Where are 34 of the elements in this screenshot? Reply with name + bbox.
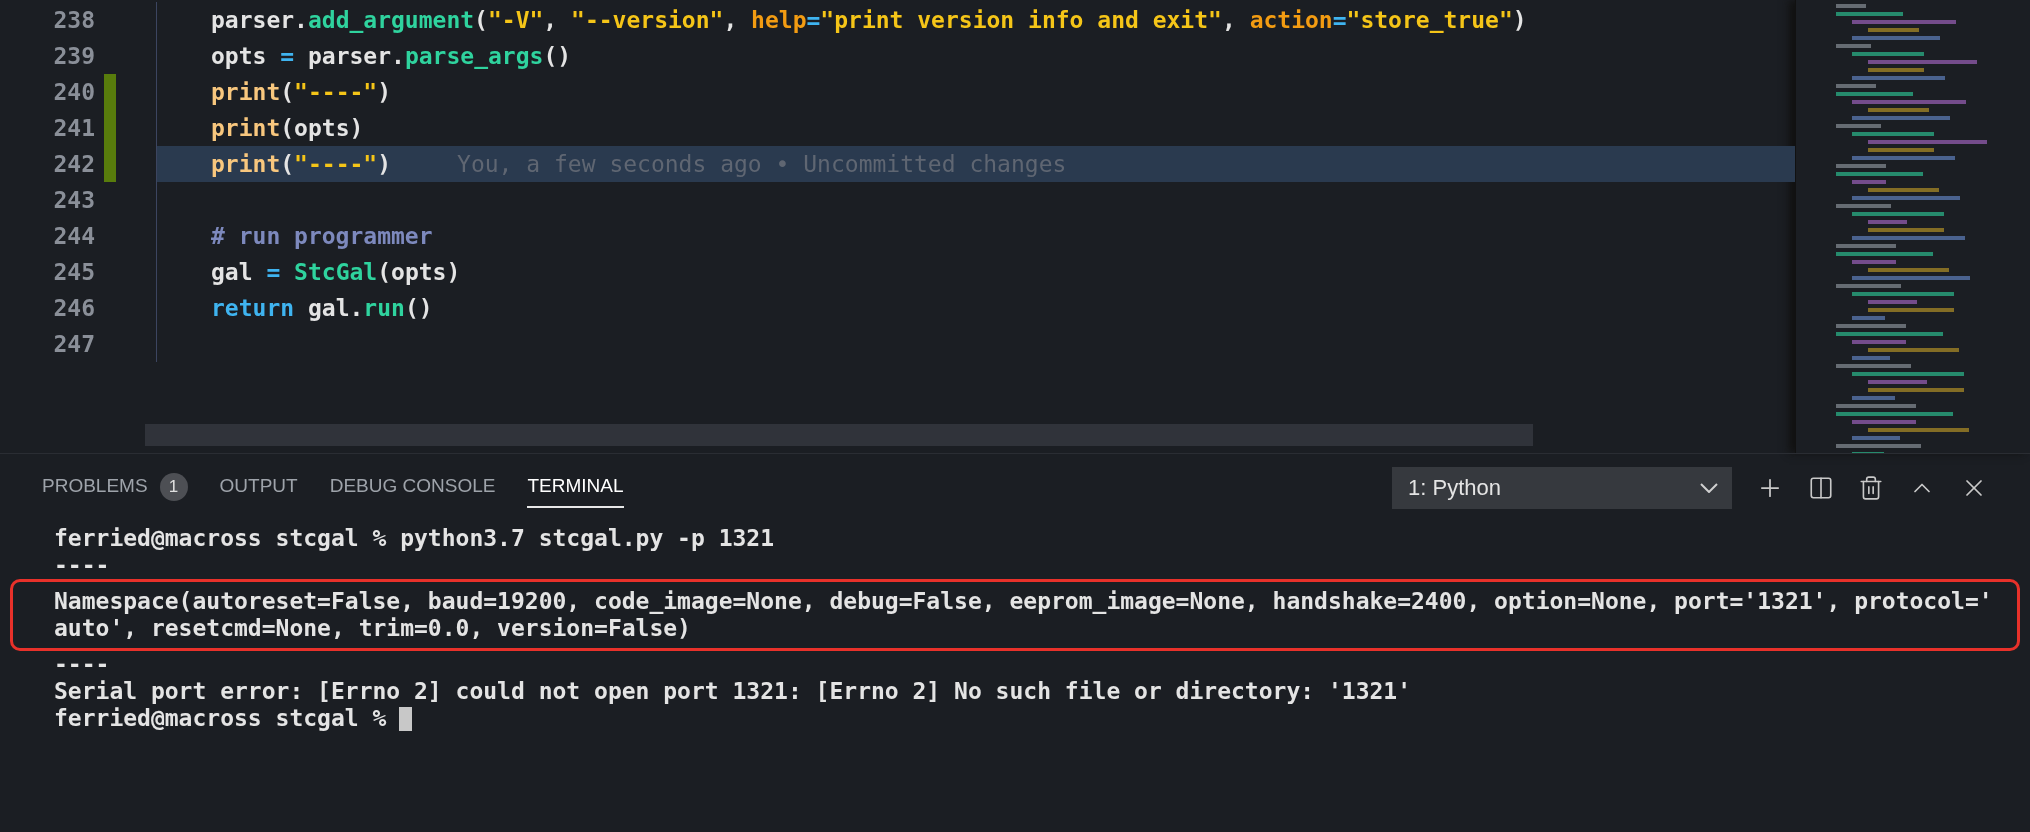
panel-tab[interactable]: TERMINAL — [527, 467, 624, 508]
line-number: 241 — [52, 113, 95, 143]
terminal-line: Namespace(autoreset=False, baud=19200, code_image=None, debug=False, eeprom_image=None, handshake=2400, option=None, port='1321', protocol=' — [54, 587, 1993, 617]
split-icon[interactable] — [1808, 474, 1834, 501]
line-number: 239 — [52, 41, 95, 71]
line-number: 245 — [52, 257, 95, 287]
terminal-select[interactable]: 1: Python — [1392, 466, 1732, 509]
code-line: parser.add_argument("-V", "--version", help="print version info and exit", action="store_true") — [211, 5, 1527, 35]
panel-tab[interactable]: PROBLEMS 1 — [42, 467, 188, 508]
terminal-line: ferried@macross stcgal % python3.7 stcgal.py -p 1321 — [54, 524, 775, 554]
code-line: print("----") — [211, 77, 392, 107]
line-number: 243 — [52, 185, 95, 215]
code-line: return gal.run() — [211, 293, 433, 323]
line-number: 240 — [52, 77, 95, 107]
line-number: 238 — [52, 5, 95, 35]
line-number: 247 — [52, 329, 95, 359]
code-line: print(opts) — [211, 113, 364, 143]
terminal-line: Serial port error: [Errno 2] could not open port 1321: [Errno 2] No such file or directory: '1321' — [54, 677, 1412, 707]
chevron-down-icon — [1700, 482, 1718, 493]
code-line: # run programmer — [211, 221, 433, 251]
panel-tab[interactable]: DEBUG CONSOLE — [329, 467, 496, 508]
terminal-line: ---- — [54, 650, 110, 680]
line-number: 242 — [52, 149, 95, 179]
line-number: 246 — [52, 293, 95, 323]
panel-tab[interactable]: OUTPUT — [219, 467, 298, 508]
trash-icon[interactable] — [1858, 474, 1884, 501]
code-line: opts = parser.parse_args() — [211, 41, 572, 71]
code-line: gal = StcGal(opts) — [211, 257, 461, 287]
line-number: 244 — [52, 221, 95, 251]
count-badge: 1 — [159, 472, 188, 501]
code-line: print("----") — [211, 149, 392, 179]
terminal-line: ---- — [54, 551, 110, 581]
terminal-line: ferried@macross stcgal % — [54, 704, 387, 734]
terminal-line: auto', resetcmd=None, trim=0.0, version=False) — [54, 614, 691, 644]
